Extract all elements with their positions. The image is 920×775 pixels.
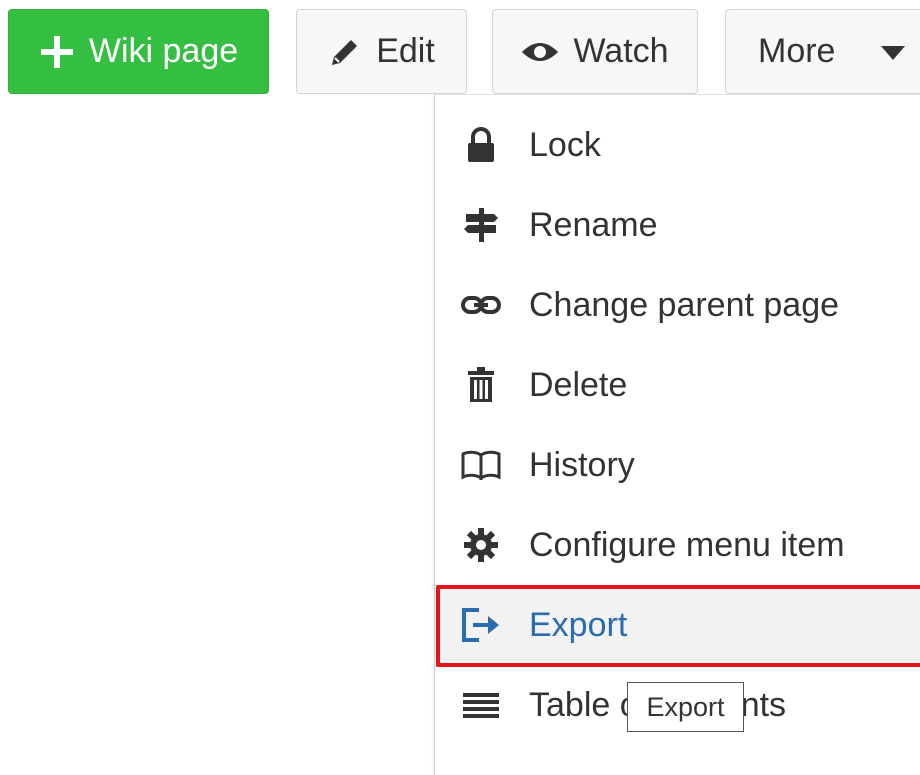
link-icon xyxy=(461,285,501,325)
menu-item-lock[interactable]: Lock xyxy=(435,107,920,183)
more-button[interactable]: More xyxy=(725,9,920,94)
list-icon xyxy=(461,685,501,725)
book-icon xyxy=(461,445,501,485)
signpost-icon xyxy=(461,205,501,245)
menu-item-label: Delete xyxy=(529,365,628,404)
menu-item-rename[interactable]: Rename xyxy=(435,187,920,263)
lock-icon xyxy=(461,125,501,165)
watch-label: Watch xyxy=(573,32,669,70)
menu-item-label: Export xyxy=(529,605,628,644)
menu-item-label: History xyxy=(529,445,635,484)
trash-icon xyxy=(461,365,501,405)
menu-item-configure[interactable]: Configure menu item xyxy=(435,507,920,583)
tooltip-text: Export xyxy=(646,691,725,722)
menu-item-history[interactable]: History xyxy=(435,427,920,503)
menu-item-delete[interactable]: Delete xyxy=(435,347,920,423)
wiki-page-label: Wiki page xyxy=(88,32,239,70)
menu-item-label: Lock xyxy=(529,125,601,164)
menu-item-label: Configure menu item xyxy=(529,525,845,564)
pencil-icon xyxy=(332,39,358,65)
watch-button[interactable]: Watch xyxy=(492,9,698,94)
edit-label: Edit xyxy=(376,32,435,70)
more-label: More xyxy=(758,32,836,70)
export-tooltip: Export xyxy=(627,682,744,732)
menu-item-change-parent[interactable]: Change parent page xyxy=(435,267,920,343)
export-icon xyxy=(461,605,501,645)
plus-icon xyxy=(40,35,73,68)
caret-down-icon xyxy=(881,46,905,60)
gear-icon xyxy=(461,525,501,565)
edit-button[interactable]: Edit xyxy=(296,9,467,94)
menu-item-export[interactable]: Export xyxy=(435,587,920,663)
menu-item-label: Rename xyxy=(529,205,658,244)
more-dropdown-menu: Lock Rename Change parent page Delete Hi… xyxy=(434,94,920,775)
menu-item-label: Change parent page xyxy=(529,285,840,324)
eye-icon xyxy=(522,42,559,61)
add-wiki-page-button[interactable]: Wiki page xyxy=(8,9,269,94)
